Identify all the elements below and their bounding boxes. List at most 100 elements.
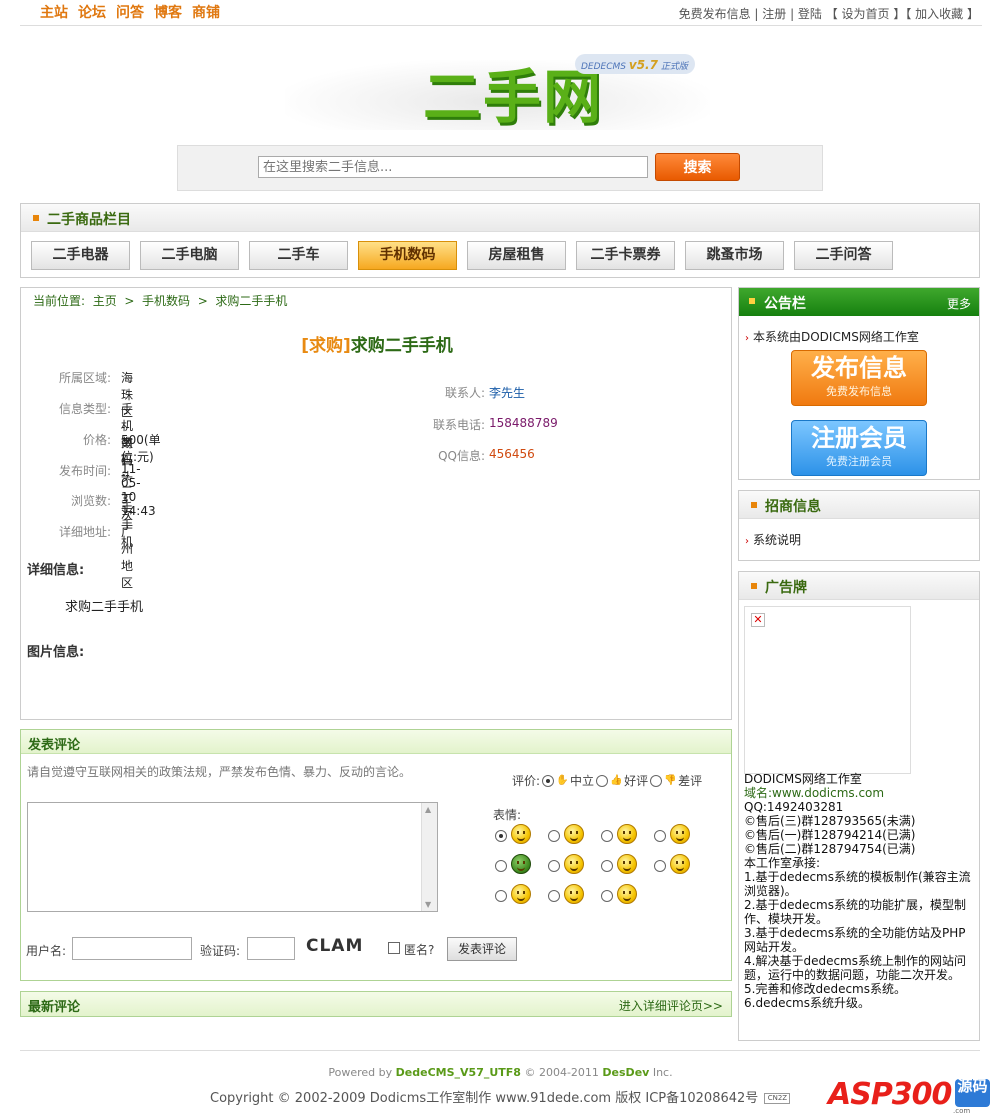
tab-flea-market[interactable]: 跳蚤市场	[685, 241, 784, 270]
ad-line: 1.基于dedecms系统的模板制作(兼容主流浏览器)。	[744, 870, 971, 898]
publish-sub: 免费发布信息	[826, 385, 892, 398]
captcha-input[interactable]	[247, 937, 295, 960]
business-panel: 招商信息 › 系统说明	[738, 490, 980, 561]
search-input[interactable]	[258, 156, 648, 178]
emotion-option[interactable]	[548, 824, 584, 844]
field-value: 500(单位:元)	[121, 433, 161, 464]
rating-good-radio[interactable]	[596, 774, 609, 787]
business-item[interactable]: › 系统说明	[745, 531, 801, 548]
listing-tag: [求购]	[301, 336, 351, 356]
qq-value: 456456	[489, 447, 535, 461]
tab-cars[interactable]: 二手车	[249, 241, 348, 270]
notice-more-link[interactable]: 更多	[947, 295, 971, 312]
category-tabs: 二手电器 二手电脑 二手车 手机数码 房屋租售 二手卡票券 跳蚤市场 二手问答	[31, 241, 893, 270]
notice-item[interactable]: › 本系统由DODICMS网络工作室	[745, 328, 919, 345]
ad-line: 6.dedecms系统升级。	[744, 996, 870, 1010]
tab-housing[interactable]: 房屋租售	[467, 241, 566, 270]
topnav-qa[interactable]: 问答	[116, 2, 144, 22]
emotion-option[interactable]	[495, 884, 531, 904]
ad-line: 5.完善和修改dedecms系统。	[744, 982, 906, 996]
emotion-option[interactable]	[654, 824, 690, 844]
comment-textarea[interactable]: ▲ ▼	[27, 802, 438, 912]
emotion-radio[interactable]	[548, 889, 560, 902]
breadcrumb-home[interactable]: 主页	[93, 294, 117, 308]
scroll-down-icon[interactable]: ▼	[425, 900, 431, 909]
topnav-blog[interactable]: 博客	[154, 2, 182, 22]
emotion-radio[interactable]	[601, 859, 613, 872]
scroll-up-icon[interactable]: ▲	[425, 805, 431, 814]
footer-company-link[interactable]: DesDev	[602, 1066, 649, 1079]
emotion-radio[interactable]	[601, 829, 613, 842]
ad-line: ©售后(三)群128793565(未满)	[744, 814, 916, 828]
tab-tickets[interactable]: 二手卡票券	[576, 241, 675, 270]
tab-mobile-digital[interactable]: 手机数码	[358, 241, 457, 270]
footer-powered-by: Powered by	[328, 1066, 393, 1079]
emotion-radio[interactable]	[495, 829, 507, 842]
username-input[interactable]	[72, 937, 192, 960]
scrollbar[interactable]: ▲ ▼	[421, 803, 437, 911]
breadcrumb-sep: >	[197, 294, 208, 308]
topnav-shop[interactable]: 商铺	[192, 2, 220, 22]
business-header: 招商信息	[739, 491, 979, 519]
tab-appliances[interactable]: 二手电器	[31, 241, 130, 270]
cnzz-badge-icon[interactable]: CN2Z	[764, 1093, 791, 1104]
detail-section-label: 详细信息:	[27, 563, 85, 578]
emotion-option[interactable]	[601, 884, 637, 904]
emotion-option[interactable]	[495, 854, 531, 874]
emotion-option[interactable]	[601, 824, 637, 844]
topnav-main[interactable]: 主站	[40, 2, 68, 22]
captcha-image[interactable]: CLAM	[306, 936, 372, 958]
rating-neutral-radio[interactable]	[542, 774, 555, 787]
ad-line: DODICMS网络工作室	[744, 772, 862, 786]
submit-comment-button[interactable]: 发表评论	[447, 937, 517, 961]
top-links[interactable]: 免费发布信息 | 注册 | 登陆 【 设为首页 】【 加入收藏 】	[679, 5, 979, 22]
view-comments-link[interactable]: 进入详细评论页>>	[619, 997, 723, 1014]
footer-product-link[interactable]: DedeCMS_V57_UTF8	[396, 1066, 521, 1079]
emotion-radio[interactable]	[548, 859, 560, 872]
breadcrumb-current[interactable]: 求购二手手机	[215, 294, 287, 308]
username-label: 用户名:	[26, 944, 67, 958]
turtle-face-icon	[511, 854, 531, 874]
register-member-button[interactable]: 注册会员 免费注册会员	[791, 420, 927, 476]
emotion-option[interactable]	[654, 854, 690, 874]
breadcrumb-category[interactable]: 手机数码	[142, 294, 190, 308]
watermark-url: .com	[953, 1107, 971, 1115]
logo-badge-version: v5.7	[628, 58, 658, 72]
angry-face-icon	[564, 854, 584, 874]
laugh-face-icon	[617, 824, 637, 844]
rating-neutral-label: 中立	[570, 774, 595, 788]
emotion-option[interactable]	[548, 884, 584, 904]
comment-form: 发表评论 请自觉遵守互联网相关的政策法规，严禁发布色情、暴力、反动的言论。 评价…	[20, 729, 732, 981]
ad-image[interactable]: ✕	[744, 606, 911, 774]
emotion-option[interactable]	[548, 854, 584, 874]
search-button[interactable]: 搜索	[655, 153, 740, 181]
emotion-radio[interactable]	[654, 859, 666, 872]
emotion-option[interactable]	[601, 854, 637, 874]
footer-copyright-text: Copyright © 2002-2009 Dodicms工作室制作 www.9…	[210, 1091, 759, 1106]
bullet-icon	[749, 298, 755, 304]
logo-version-badge: DEDECMS v5.7 正式版	[575, 54, 695, 74]
rating-bad-radio[interactable]	[650, 774, 663, 787]
comment-title: 发表评论	[28, 738, 81, 753]
ad-domain[interactable]: 域名:www.dodicms.com	[744, 786, 976, 800]
tab-computers[interactable]: 二手电脑	[140, 241, 239, 270]
tab-qa[interactable]: 二手问答	[794, 241, 893, 270]
emotion-radio[interactable]	[601, 889, 613, 902]
ads-header: 广告牌	[739, 572, 979, 600]
emotion-radio[interactable]	[548, 829, 560, 842]
publish-info-button[interactable]: 发布信息 免费发布信息	[791, 350, 927, 406]
site-logo[interactable]: 二手网 DEDECMS v5.7 正式版	[285, 42, 710, 134]
emotion-radio[interactable]	[495, 859, 507, 872]
listing-description: 求购二手手机	[65, 600, 144, 615]
rating-good-label: 好评	[624, 774, 649, 788]
topnav-forum[interactable]: 论坛	[78, 2, 106, 22]
emotion-option[interactable]	[495, 824, 531, 844]
emotion-radio[interactable]	[654, 829, 666, 842]
watermark-badge: 源码	[955, 1079, 990, 1107]
thinking-face-icon	[617, 854, 637, 874]
emotion-radio[interactable]	[495, 889, 507, 902]
emotion-label: 表情:	[493, 808, 522, 822]
rating-bad-label: 差评	[678, 774, 703, 788]
comment-header: 发表评论	[21, 730, 731, 754]
anonymous-checkbox[interactable]	[388, 942, 400, 954]
